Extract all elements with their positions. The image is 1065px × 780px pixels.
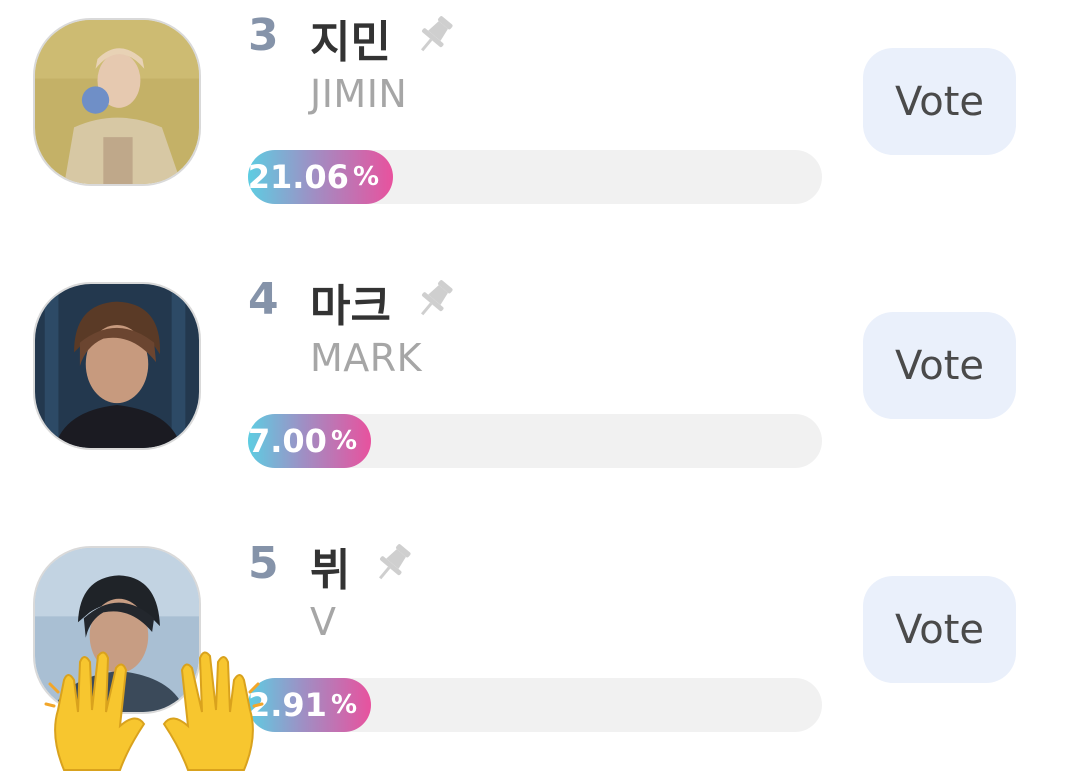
vote-share-bar: 7.00% [248, 414, 822, 468]
vote-share-fill: 21.06% [248, 150, 393, 204]
raised-hands-emoji [44, 651, 264, 771]
ranking-row: 3 지민 JIMIN 21.06% Vote [0, 0, 1065, 260]
rank-number: 4 [248, 274, 279, 325]
percent-sign: % [352, 162, 379, 192]
pin-icon[interactable] [370, 540, 416, 586]
percent-sign: % [330, 426, 357, 456]
pin-icon[interactable] [412, 276, 458, 322]
vote-button[interactable]: Vote [863, 312, 1016, 419]
member-name: 지민 [310, 17, 391, 68]
vote-share-bar: 21.06% [248, 150, 822, 204]
vote-percentage: 21.06 [247, 158, 349, 196]
member-name: 뷔 [310, 545, 351, 596]
vote-share-bar: 2.91% [248, 678, 822, 732]
rank-number: 3 [248, 10, 279, 61]
vote-share-fill: 7.00% [248, 414, 371, 468]
avatar[interactable] [33, 18, 201, 186]
member-romanized-name: MARK [310, 336, 423, 380]
pin-icon[interactable] [412, 12, 458, 58]
member-romanized-name: JIMIN [310, 72, 408, 116]
vote-share-fill: 2.91% [248, 678, 371, 732]
percent-sign: % [330, 690, 357, 720]
vote-button[interactable]: Vote [863, 576, 1016, 683]
vote-percentage: 7.00 [247, 422, 327, 460]
rank-number: 5 [248, 538, 279, 589]
member-romanized-name: V [310, 600, 337, 644]
ranking-list: 3 지민 JIMIN 21.06% Vote 4 마크 MARK 7.00 % … [0, 0, 1065, 780]
ranking-row: 4 마크 MARK 7.00% Vote [0, 264, 1065, 524]
avatar[interactable] [33, 282, 201, 450]
member-name: 마크 [310, 281, 391, 332]
vote-button[interactable]: Vote [863, 48, 1016, 155]
